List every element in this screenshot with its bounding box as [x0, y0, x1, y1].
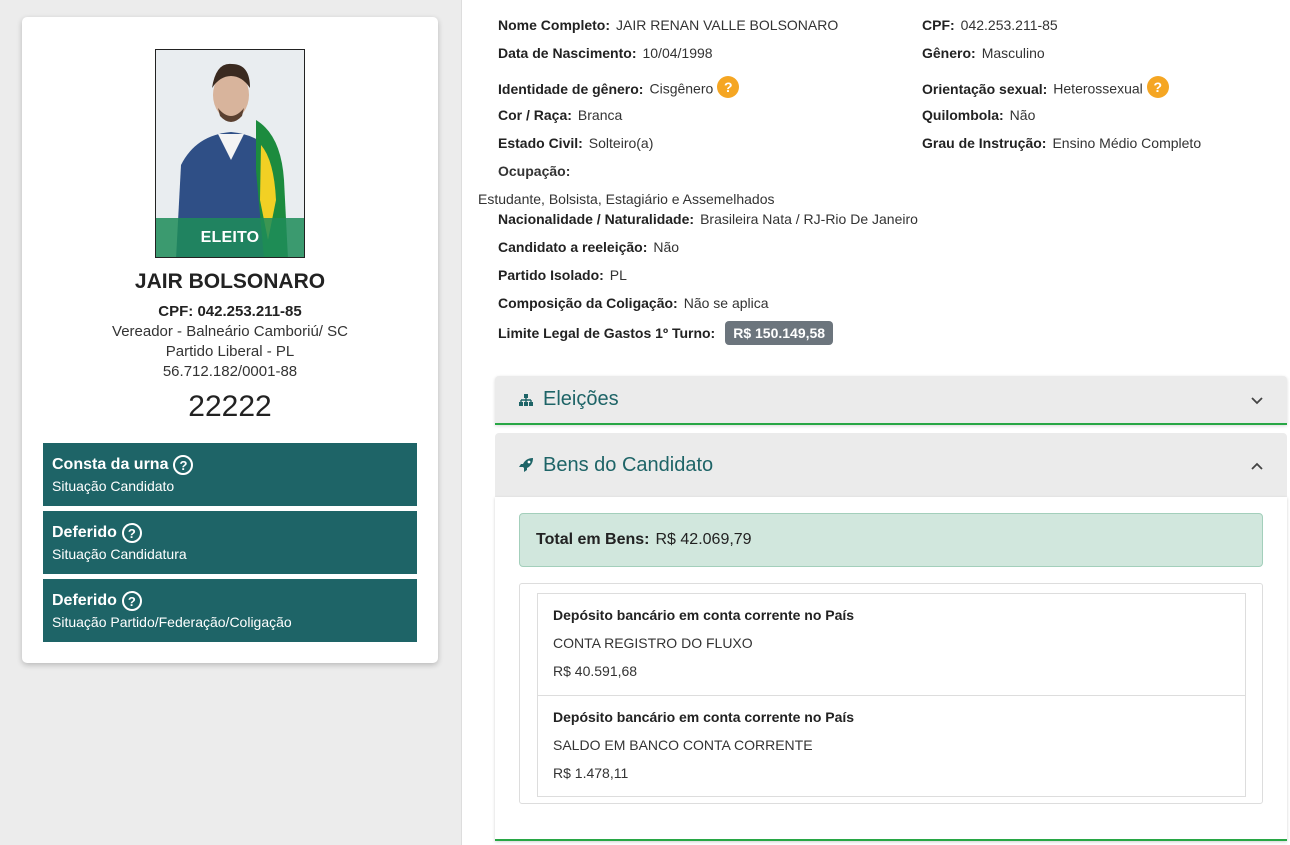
status-candidatura: Deferido? Situação Candidatura — [43, 511, 417, 574]
status-title: Deferido — [52, 592, 117, 609]
accordion-bens-title: Bens do Candidato — [543, 453, 714, 476]
elected-badge: ELEITO — [156, 218, 304, 257]
candidate-role: Vereador - Balneário Camboriú/ SC — [112, 323, 348, 340]
status-subtitle: Situação Candidatura — [52, 546, 187, 562]
bens-panel: Total em Bens: R$ 42.069,79 Depósito ban… — [495, 497, 1287, 841]
field-limite-gastos: Limite Legal de Gastos 1º Turno: R$ 150.1… — [498, 321, 834, 345]
bens-list-container: Depósito bancário em conta corrente no P… — [519, 583, 1263, 804]
total-bens: Total em Bens: R$ 42.069,79 — [519, 513, 1263, 567]
field-data-nascimento: Data de Nascimento: 10/04/1998 — [498, 45, 713, 61]
accordion-eleicoes-title: Eleições — [543, 388, 619, 410]
status-subtitle: Situação Candidato — [52, 478, 175, 494]
field-identidade-genero: Identidade de gênero: Cisgênero? — [498, 76, 740, 101]
status-subtitle: Situação Partido/Federação/Coligação — [52, 614, 292, 630]
field-cpf: CPF: 042.253.211-85 — [922, 17, 1058, 33]
bem-description: CONTA REGISTRO DO FLUXO — [553, 635, 753, 651]
bem-value: R$ 40.591,68 — [553, 663, 638, 679]
help-icon[interactable]: ? — [121, 591, 142, 611]
bem-title: Depósito bancário em conta corrente no P… — [553, 607, 855, 623]
candidate-name: JAIR BOLSONARO — [134, 270, 326, 293]
status-title: Deferido — [52, 524, 117, 541]
field-estado-civil: Estado Civil: Solteiro(a) — [498, 135, 654, 151]
candidate-photo: ELEITO — [155, 49, 305, 258]
help-icon[interactable]: ? — [173, 455, 194, 475]
accordion-bens[interactable]: Bens do Candidato — [495, 433, 1287, 497]
chevron-up-icon[interactable] — [1251, 457, 1263, 473]
field-nome-completo: Nome Completo: JAIR RENAN VALLE BOLSONARO — [498, 17, 839, 33]
help-icon[interactable]: ? — [1146, 76, 1169, 98]
help-icon[interactable]: ? — [717, 76, 740, 98]
rocket-icon — [518, 457, 534, 473]
status-title: Consta da urna — [52, 456, 169, 473]
candidate-cnpj: 56.712.182/0001-88 — [162, 363, 298, 380]
status-partido: Deferido? Situação Partido/Federação/Col… — [43, 579, 417, 642]
field-reeleicao: Candidato a reeleição: Não — [498, 239, 680, 255]
field-quilombola: Quilombola: Não — [922, 107, 1036, 123]
list-item: Depósito bancário em conta corrente no P… — [538, 594, 1245, 695]
details-panel: Nome Completo: JAIR RENAN VALLE BOLSONARO… — [461, 0, 1290, 845]
bem-title: Depósito bancário em conta corrente no P… — [553, 709, 855, 725]
candidate-card: ELEITO JAIR BOLSONARO CPF: 042.253.211-8… — [22, 17, 438, 663]
bem-value: R$ 1.478,11 — [553, 765, 629, 781]
help-icon[interactable]: ? — [121, 523, 142, 543]
field-orientacao-sexual: Orientação sexual: Heterossexual? — [922, 76, 1169, 101]
status-candidato: Consta da urna? Situação Candidato — [43, 443, 417, 506]
candidate-party: Partido Liberal - PL — [165, 343, 295, 360]
field-genero: Gênero: Masculino — [922, 45, 1045, 61]
field-ocupacao-value: Estudante, Bolsista, Estagiário e Asseme… — [478, 191, 775, 207]
field-grau-instrucao: Grau de Instrução: Ensino Médio Completo — [922, 135, 1202, 151]
field-cor-raca: Cor / Raça: Branca — [498, 107, 623, 123]
accordion-eleicoes[interactable]: Eleições — [495, 376, 1287, 425]
total-bens-value: R$ 42.069,79 — [655, 531, 752, 548]
field-ocupacao-label: Ocupação: — [498, 163, 571, 179]
candidate-cpf: CPF: 042.253.211-85 — [158, 303, 302, 320]
field-partido-isolado: Partido Isolado: PL — [498, 267, 627, 283]
total-bens-label: Total em Bens: — [536, 531, 650, 548]
field-nacionalidade: Nacionalidade / Naturalidade: Brasileira … — [498, 211, 918, 227]
bem-description: SALDO EM BANCO CONTA CORRENTE — [553, 737, 813, 753]
bens-list: Depósito bancário em conta corrente no P… — [537, 593, 1246, 797]
list-item: Depósito bancário em conta corrente no P… — [538, 695, 1245, 796]
limite-gastos-badge: R$ 150.149,58 — [725, 321, 834, 345]
candidate-number: 22222 — [188, 390, 272, 423]
sitemap-icon — [518, 392, 534, 408]
chevron-down-icon[interactable] — [1251, 392, 1263, 408]
field-coligacao: Composição da Coligação: Não se aplica — [498, 295, 769, 311]
